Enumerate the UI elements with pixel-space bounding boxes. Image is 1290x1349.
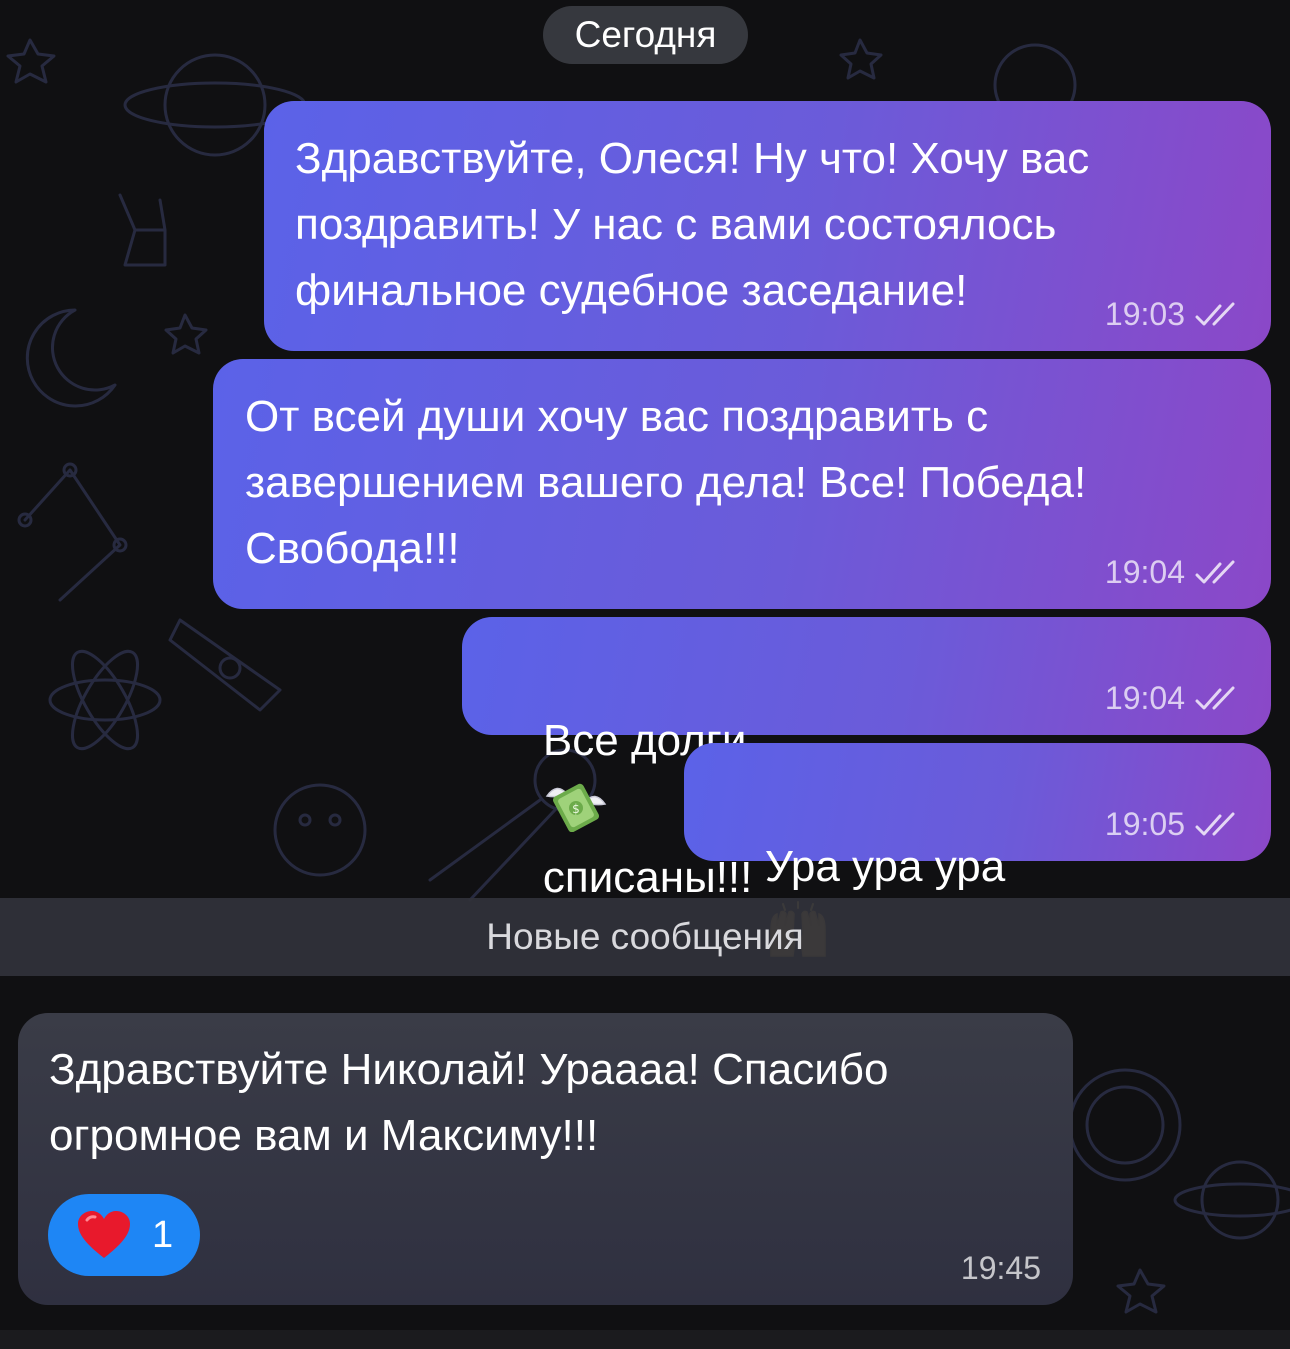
svg-text:$: $ <box>572 802 580 816</box>
wallpaper-star-icon <box>6 38 56 84</box>
message-meta: 19:04 <box>1105 680 1241 717</box>
reaction-count: 1 <box>152 1213 174 1256</box>
message-text: От всей души хочу вас поздравить с завер… <box>245 392 1087 573</box>
message-text-part: Ура ура ура <box>764 842 1006 891</box>
double-check-icon <box>1195 302 1235 325</box>
wallpaper-star-icon <box>1116 1268 1166 1314</box>
message-meta: 19:04 <box>1105 554 1241 591</box>
wallpaper-astronaut-icon <box>1068 1068 1182 1182</box>
wallpaper-star-icon <box>164 313 208 355</box>
red-heart-icon <box>78 1211 130 1258</box>
wallpaper-star-icon <box>839 38 883 80</box>
wallpaper-dog-icon <box>273 783 367 877</box>
message-meta: 19:05 <box>1105 806 1241 843</box>
message-time: 19:04 <box>1104 680 1185 716</box>
double-check-icon <box>1195 560 1235 583</box>
message-meta: 19:03 <box>1105 296 1241 333</box>
wallpaper-constellation-icon <box>17 462 128 602</box>
message-time: 19:04 <box>1104 554 1185 590</box>
message-text: Здравствуйте Николай! Ураааа! Спасибо ог… <box>49 1045 889 1160</box>
new-messages-separator: Новые сообщения <box>0 898 1290 976</box>
message-bubble-outgoing[interactable]: От всей души хочу вас поздравить с завер… <box>213 359 1271 609</box>
double-check-icon <box>1195 812 1235 835</box>
reaction-pill[interactable]: 1 <box>48 1194 200 1276</box>
message-bubble-incoming[interactable]: Здравствуйте Николай! Ураааа! Спасибо ог… <box>18 1013 1073 1305</box>
wallpaper-moon-icon <box>25 308 117 408</box>
wallpaper-atom-icon <box>48 649 162 751</box>
message-bubble-outgoing[interactable]: Здравствуйте, Олеся! Ну что! Хочу вас по… <box>264 101 1271 351</box>
message-bubble-outgoing[interactable]: Ура ура ура 19:05 <box>684 743 1271 957</box>
wallpaper-hand-icon <box>118 193 167 267</box>
date-separator: Сегодня <box>543 6 748 64</box>
message-time: 19:45 <box>960 1250 1041 1286</box>
double-check-icon <box>1195 686 1235 709</box>
bottom-edge <box>0 1330 1290 1349</box>
message-time: 19:05 <box>1104 806 1185 842</box>
wallpaper-planet-icon <box>1173 1160 1290 1240</box>
message-meta: 19:45 <box>961 1250 1041 1287</box>
message-bubble-outgoing[interactable]: Все долги $ списаны!!! 19:04 <box>462 617 1271 902</box>
message-text: Здравствуйте, Олеся! Ну что! Хочу вас по… <box>295 134 1090 315</box>
money-with-wings-icon: $ <box>545 783 607 832</box>
message-time: 19:03 <box>1104 296 1185 332</box>
wallpaper-rocket-icon <box>168 618 282 712</box>
